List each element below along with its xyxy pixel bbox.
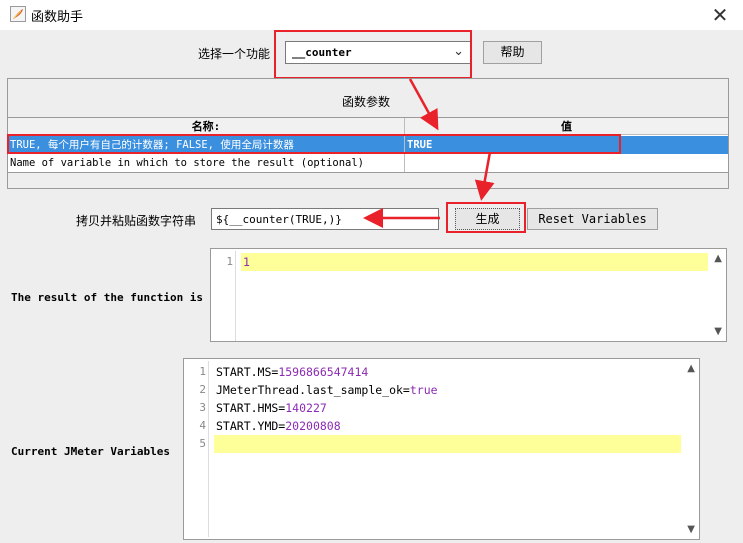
arrow-select-to-value — [408, 78, 439, 131]
arrow-value-to-generate — [474, 151, 495, 201]
annotation-arrows — [363, 78, 495, 228]
